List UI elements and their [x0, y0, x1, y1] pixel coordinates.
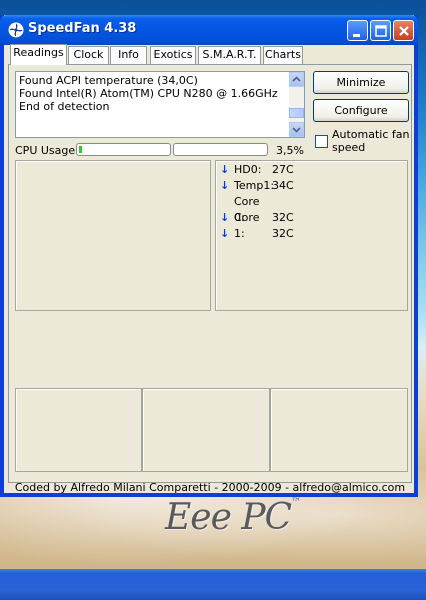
maximize-window-button[interactable]: [370, 20, 391, 41]
title-bar[interactable]: SpeedFan 4.38: [0, 15, 418, 45]
arrow-down-icon: ↓: [220, 179, 230, 192]
taskbar[interactable]: [0, 569, 426, 600]
temp-row-temp1: ↓ Temp1:34C: [220, 179, 294, 192]
fan-speeds-panel: [15, 160, 211, 311]
log-line: Found Intel(R) Atom(TM) CPU N280 @ 1.66G…: [19, 87, 278, 100]
cpu-core2-bar: [173, 143, 268, 156]
scroll-up-button[interactable]: [289, 72, 304, 87]
arrow-down-icon: ↓: [220, 227, 230, 240]
close-icon: [399, 26, 409, 36]
minimize-button[interactable]: Minimize: [313, 71, 409, 94]
maximize-icon: [375, 25, 387, 37]
log-line: Found ACPI temperature (34,0C): [19, 74, 198, 87]
log-scrollbar[interactable]: [289, 72, 304, 137]
temp-row-hd0: ↓ HD0: 27C: [220, 163, 294, 176]
voltage-panel-1: [15, 388, 142, 472]
minimize-window-button[interactable]: [347, 20, 368, 41]
voltage-panel-2: [142, 388, 270, 472]
temp-row-core1: ↓Core 1: 32C: [220, 211, 294, 240]
scroll-thumb[interactable]: [289, 108, 304, 118]
cpu-usage-percent: 3,5%: [276, 144, 304, 157]
detection-log[interactable]: Found ACPI temperature (34,0C) Found Int…: [15, 71, 305, 138]
cpu-core1-fill: [79, 146, 82, 153]
tab-exotics[interactable]: Exotics: [150, 46, 196, 64]
tab-info[interactable]: Info: [110, 46, 147, 64]
scroll-down-button[interactable]: [289, 122, 304, 137]
temp-row-core0: ↓Core 0: 32C: [220, 195, 294, 224]
status-bar: Coded by Alfredo Milani Comparetti - 200…: [14, 481, 406, 494]
tab-readings[interactable]: Readings: [10, 44, 67, 65]
log-line: End of detection: [19, 100, 110, 113]
minimize-icon: [353, 34, 360, 37]
arrow-down-icon: ↓: [220, 163, 230, 176]
eee-pc-logo: Eee PC™: [165, 497, 301, 538]
window-title: SpeedFan 4.38: [28, 21, 137, 36]
chevron-down-icon: [292, 127, 301, 133]
cpu-usage-label: CPU Usage: [15, 144, 76, 157]
tab-clock[interactable]: Clock: [68, 46, 109, 64]
cpu-core1-bar: [76, 143, 171, 156]
tab-smart[interactable]: S.M.A.R.T.: [198, 46, 261, 64]
voltage-panel-3: [270, 388, 408, 472]
close-window-button[interactable]: [393, 20, 414, 41]
fan-icon[interactable]: [8, 22, 24, 38]
configure-button[interactable]: Configure: [313, 99, 409, 122]
tab-charts[interactable]: Charts: [263, 46, 303, 64]
automatic-fan-speed-checkbox[interactable]: [315, 135, 328, 148]
automatic-fan-speed-label: Automatic fan speed: [332, 128, 410, 154]
chevron-up-icon: [292, 76, 301, 82]
